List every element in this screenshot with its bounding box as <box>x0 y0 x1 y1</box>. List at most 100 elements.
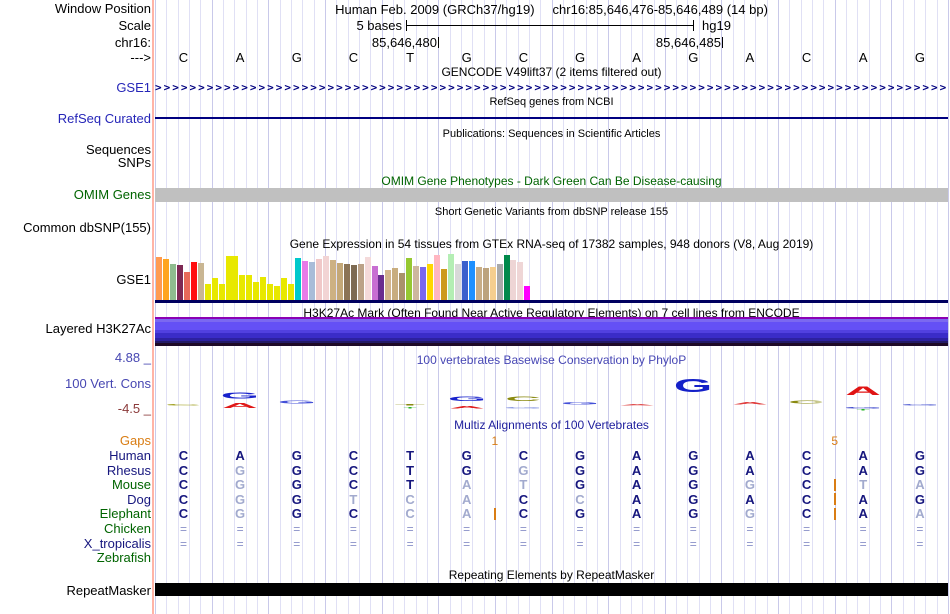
multiz-base[interactable]: C <box>495 507 552 521</box>
multiz-base[interactable]: G <box>891 463 948 478</box>
multiz-base[interactable]: C <box>155 492 212 507</box>
gtex-tissue-bar[interactable] <box>336 263 343 300</box>
conservation-glyph[interactable]: A <box>840 384 886 398</box>
multiz-base[interactable]: = <box>155 522 212 536</box>
gtex-tissue-bar[interactable] <box>461 261 468 300</box>
multiz-base[interactable]: G <box>212 463 269 478</box>
gtex-tissue-bar[interactable] <box>447 254 454 300</box>
track-label-gse1-gencode[interactable]: GSE1 <box>0 81 151 94</box>
multiz-base[interactable]: G <box>721 478 778 492</box>
omim-gene-bar[interactable] <box>155 188 948 202</box>
multiz-base[interactable]: A <box>608 463 665 478</box>
multiz-base[interactable]: C <box>155 463 212 478</box>
gtex-tissue-bar[interactable] <box>260 277 267 300</box>
gtex-tissue-bar[interactable] <box>413 266 420 300</box>
multiz-base[interactable]: = <box>438 522 495 536</box>
track-label-layered-h3k27ac[interactable]: Layered H3K27Ac <box>0 322 151 335</box>
multiz-base[interactable]: C <box>495 449 552 463</box>
multiz-base[interactable]: G <box>495 463 552 478</box>
multiz-base[interactable]: T <box>495 478 552 492</box>
multiz-base[interactable]: A <box>608 507 665 521</box>
gtex-tissue-bar[interactable] <box>169 264 176 300</box>
multiz-base[interactable]: C <box>495 492 552 507</box>
gtex-tissue-bar[interactable] <box>399 273 406 300</box>
gtex-tissue-bar[interactable] <box>197 263 204 300</box>
gtex-tissue-bar[interactable] <box>211 278 218 300</box>
gtex-tissue-bar[interactable] <box>434 255 440 300</box>
conservation-glyph[interactable]: T <box>400 396 420 409</box>
conservation-glyph[interactable]: G <box>217 387 263 400</box>
multiz-base[interactable]: = <box>212 522 269 536</box>
multiz-base[interactable]: G <box>212 507 269 521</box>
multiz-base[interactable]: G <box>665 478 722 492</box>
multiz-base[interactable]: G <box>891 449 948 463</box>
conservation-glyph[interactable]: G <box>557 392 603 406</box>
multiz-base[interactable]: T <box>325 492 382 507</box>
multiz-base[interactable]: G <box>212 492 269 507</box>
multiz-base[interactable]: C <box>778 463 835 478</box>
track-label-common-dbsnp[interactable]: Common dbSNP(155) <box>0 221 151 234</box>
multiz-base[interactable]: = <box>495 522 552 536</box>
multiz-base[interactable]: G <box>665 507 722 521</box>
gtex-tissue-bar[interactable] <box>517 262 524 300</box>
multiz-base[interactable]: A <box>835 463 892 478</box>
multiz-base[interactable]: G <box>268 507 325 521</box>
gtex-tissue-bar[interactable] <box>357 264 364 300</box>
multiz-base[interactable]: = <box>438 537 495 551</box>
gtex-tissue-bar[interactable] <box>218 284 225 300</box>
gtex-tissue-bar[interactable] <box>225 256 232 300</box>
multiz-base[interactable]: G <box>268 463 325 478</box>
gtex-tissue-bar[interactable] <box>496 264 503 300</box>
multiz-base[interactable]: = <box>495 537 552 551</box>
multiz-base[interactable]: C <box>382 507 439 521</box>
gtex-tissue-bar[interactable] <box>274 286 281 300</box>
multiz-label-mouse[interactable]: Mouse <box>0 478 151 491</box>
multiz-base[interactable]: A <box>212 449 269 463</box>
gtex-tissue-bar[interactable] <box>267 284 274 300</box>
multiz-base[interactable]: = <box>155 537 212 551</box>
conservation-glyph[interactable]: A <box>614 393 660 406</box>
conservation-glyph[interactable]: C <box>783 391 829 404</box>
multiz-base[interactable]: A <box>835 449 892 463</box>
gtex-tissue-bar[interactable] <box>162 259 169 300</box>
multiz-base[interactable]: = <box>721 522 778 536</box>
conservation-glyph[interactable]: G <box>670 375 716 396</box>
track-label-snps[interactable]: SNPs <box>0 156 151 169</box>
gtex-tissue-bar[interactable] <box>406 258 413 300</box>
gtex-tissue-bar[interactable] <box>510 260 517 300</box>
multiz-base[interactable]: C <box>155 449 212 463</box>
multiz-base[interactable]: A <box>721 492 778 507</box>
multiz-base[interactable]: G <box>268 449 325 463</box>
track-label-gse1-gtex[interactable]: GSE1 <box>0 273 151 286</box>
multiz-base[interactable]: = <box>325 522 382 536</box>
multiz-label-zebrafish[interactable]: Zebrafish <box>0 551 151 564</box>
conservation-glyph[interactable]: C <box>500 389 546 402</box>
conservation-glyph[interactable]: T <box>387 393 433 406</box>
multiz-base[interactable]: G <box>665 449 722 463</box>
multiz-base[interactable]: A <box>721 449 778 463</box>
multiz-base[interactable]: = <box>835 522 892 536</box>
gtex-tissue-bar[interactable] <box>204 284 211 300</box>
multiz-base[interactable]: A <box>438 492 495 507</box>
multiz-base[interactable]: C <box>325 449 382 463</box>
gtex-tissue-bar[interactable] <box>295 258 301 300</box>
gtex-tissue-bar[interactable] <box>392 268 399 300</box>
gtex-tissue-bar[interactable] <box>176 265 183 300</box>
multiz-base[interactable]: A <box>835 492 892 507</box>
gtex-tissue-bar[interactable] <box>364 257 371 300</box>
gtex-tissue-bar[interactable] <box>308 262 315 300</box>
multiz-base[interactable]: = <box>212 537 269 551</box>
multiz-label-x_tropicalis[interactable]: X_tropicalis <box>0 537 151 550</box>
multiz-base[interactable]: C <box>778 449 835 463</box>
gtex-tissue-bar[interactable] <box>371 266 378 300</box>
track-label-repeatmasker[interactable]: RepeatMasker <box>0 584 151 597</box>
gtex-tissue-bar[interactable] <box>183 272 190 300</box>
multiz-label-elephant[interactable]: Elephant <box>0 507 151 520</box>
conservation-glyph[interactable]: A <box>727 392 773 406</box>
multiz-base[interactable]: = <box>835 537 892 551</box>
multiz-base[interactable]: G <box>891 492 948 507</box>
multiz-base[interactable]: = <box>665 537 722 551</box>
multiz-base[interactable]: C <box>382 492 439 507</box>
multiz-base[interactable]: A <box>835 507 892 521</box>
gtex-tissue-bar[interactable] <box>440 269 447 300</box>
